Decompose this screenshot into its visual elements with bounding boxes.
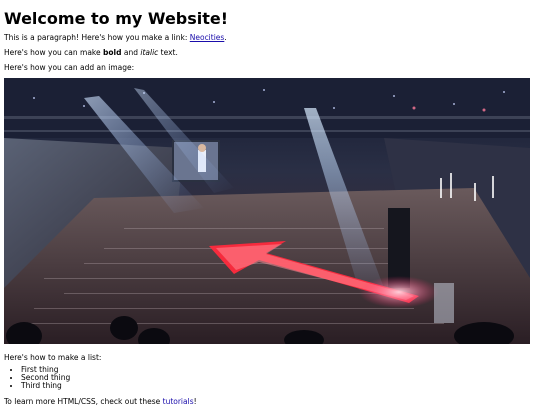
page-title: Welcome to my Website! (4, 9, 229, 28)
tutorials-link[interactable]: tutorials (163, 397, 194, 405)
paragraph-link: This is a paragraph! Here's how you make… (4, 33, 227, 42)
footer-text-end: ! (193, 397, 197, 405)
paragraph-formatting-end: text. (158, 48, 178, 57)
italic-text: italic (140, 48, 159, 57)
paragraph-formatting-text: Here's how you can make (4, 48, 103, 57)
thing-list: First thing Second thing Third thing (4, 365, 70, 391)
paragraph-link-text: This is a paragraph! Here's how you make… (4, 33, 190, 42)
page: Welcome to my Website! This is a paragra… (4, 0, 536, 405)
footer-text-start: To learn more HTML/CSS, check out these (4, 397, 163, 405)
paragraph-image-intro: Here's how you can add an image: (4, 63, 135, 72)
paragraph-formatting: Here's how you can make bold and italic … (4, 48, 178, 57)
bold-text: bold (103, 48, 122, 57)
paragraph-formatting-middle: and (121, 48, 141, 57)
neocities-link[interactable]: Neocities (190, 33, 225, 42)
list-item: Third thing (21, 382, 70, 390)
footer-text: To learn more HTML/CSS, check out these … (4, 397, 197, 405)
concert-image (4, 78, 530, 344)
paragraph-link-end: . (224, 33, 227, 42)
list-intro: Here's how to make a list: (4, 353, 102, 362)
